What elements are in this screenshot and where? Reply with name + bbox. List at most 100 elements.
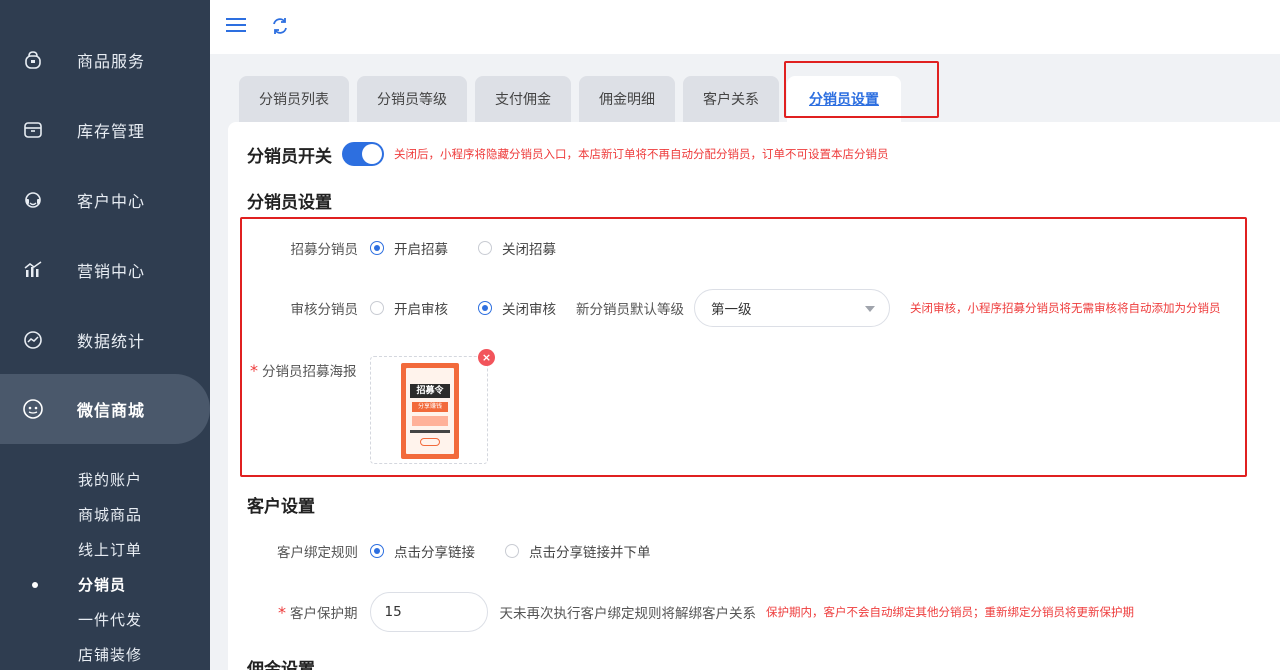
subitem-label: 一件代发 bbox=[78, 611, 143, 629]
subitem-label: 商城商品 bbox=[78, 506, 143, 524]
trend-circle-icon bbox=[22, 329, 44, 351]
poster-inner: 招募令 分享赚钱 bbox=[406, 368, 454, 454]
sidebar-submenu: 我的账户 商城商品 线上订单 分销员 一件代发 店铺装修 bbox=[0, 462, 210, 670]
section-title: 佣金设置 bbox=[247, 659, 315, 670]
tab-distributor-list[interactable]: 分销员列表 bbox=[239, 76, 349, 122]
audit-hint: 关闭审核，小程序招募分销员将无需审核将自动添加为分销员 bbox=[910, 301, 1221, 315]
required-mark: * bbox=[278, 602, 286, 622]
subitem-label: 线上订单 bbox=[78, 541, 143, 559]
tab-label: 分销员设置 bbox=[809, 92, 879, 108]
default-level-label: 新分销员默认等级 bbox=[576, 302, 684, 318]
radio-label: 开启招募 bbox=[394, 242, 448, 258]
distributor-switch-row: 分销员开关 关闭后，小程序将隐藏分销员入口，本店新订单将不再自动分配分销员，订单… bbox=[247, 141, 889, 167]
select-value: 第一级 bbox=[711, 302, 752, 318]
binding-click-link-radio[interactable]: 点击分享链接 bbox=[370, 541, 475, 561]
section-customer-settings: 客户设置 bbox=[247, 492, 315, 517]
tab-label: 支付佣金 bbox=[495, 92, 551, 108]
archive-icon bbox=[22, 119, 44, 141]
toggle-knob bbox=[362, 144, 382, 164]
sidebar-item-label: 库存管理 bbox=[77, 122, 146, 141]
audit-row: 审核分销员 开启审核 关闭审核 新分销员默认等级 第一级 关闭审核，小程序招募分… bbox=[286, 289, 1221, 327]
chart-bars-icon bbox=[22, 259, 44, 281]
sidebar-item-marketing-center[interactable]: 营销中心 bbox=[0, 235, 210, 305]
sidebar-subitem-mall-products[interactable]: 商城商品 bbox=[0, 497, 210, 532]
tab-bar: 分销员列表 分销员等级 支付佣金 佣金明细 客户关系 分销员设置 bbox=[239, 76, 901, 122]
sidebar-subitem-dropshipping[interactable]: 一件代发 bbox=[0, 602, 210, 637]
radio-label: 开启审核 bbox=[394, 302, 448, 318]
wechat-icon bbox=[22, 398, 44, 420]
poster-line bbox=[410, 430, 450, 433]
active-dot bbox=[32, 582, 38, 588]
sidebar-item-label: 营销中心 bbox=[77, 262, 146, 281]
sidebar-item-customer-center[interactable]: 客户中心 bbox=[0, 165, 210, 235]
poster-label: 分销员招募海报 bbox=[262, 364, 357, 380]
radio-circle bbox=[505, 544, 519, 558]
sidebar-item-label: 客户中心 bbox=[77, 192, 146, 211]
sidebar-item-label: 微信商城 bbox=[77, 401, 146, 420]
poster-badge bbox=[420, 438, 440, 446]
section-commission-settings: 佣金设置 bbox=[247, 655, 315, 670]
sidebar-item-inventory[interactable]: 库存管理 bbox=[0, 95, 210, 165]
binding-rule-row: 客户绑定规则 点击分享链接 点击分享链接并下单 bbox=[270, 539, 651, 563]
tab-distributor-level[interactable]: 分销员等级 bbox=[357, 76, 467, 122]
protection-days-input[interactable]: 15 bbox=[369, 592, 488, 632]
tab-label: 分销员列表 bbox=[259, 92, 329, 108]
protection-suffix: 天未再次执行客户绑定规则将解绑客户关系 bbox=[499, 606, 757, 622]
tab-commission-details[interactable]: 佣金明细 bbox=[579, 76, 675, 122]
sidebar-subitem-distributors[interactable]: 分销员 bbox=[0, 567, 210, 602]
recruit-on-radio[interactable]: 开启招募 bbox=[370, 238, 448, 258]
sidebar-subitem-store-decoration[interactable]: 店铺装修 bbox=[0, 637, 210, 670]
top-bar bbox=[210, 0, 1280, 54]
poster-uploader[interactable]: 招募令 分享赚钱 bbox=[370, 356, 488, 464]
sidebar-item-data-statistics[interactable]: 数据统计 bbox=[0, 305, 210, 375]
section-distributor-settings: 分销员设置 bbox=[247, 188, 332, 213]
section-title: 分销员设置 bbox=[247, 192, 332, 213]
poster-row: * 分销员招募海报 bbox=[250, 360, 357, 381]
chevron-down-icon bbox=[865, 306, 875, 312]
audit-on-radio[interactable]: 开启审核 bbox=[370, 298, 448, 318]
subitem-label: 我的账户 bbox=[78, 471, 143, 489]
audit-off-radio[interactable]: 关闭审核 bbox=[478, 298, 556, 318]
radio-label: 关闭审核 bbox=[502, 302, 556, 318]
recruit-row: 招募分销员 开启招募 关闭招募 bbox=[286, 236, 556, 260]
sidebar-item-label: 数据统计 bbox=[77, 332, 146, 351]
protection-hint: 保护期内，客户不会自动绑定其他分销员；重新绑定分销员将更新保护期 bbox=[766, 605, 1134, 619]
sidebar: 商品服务 库存管理 客户中心 营销中心 数据统计 微信商城 我的账户 商城商品 … bbox=[0, 0, 210, 670]
protection-row: * 客户保护期 15 天未再次执行客户绑定规则将解绑客户关系 保护期内，客户不会… bbox=[278, 592, 1134, 632]
radio-circle bbox=[370, 301, 384, 315]
tab-customer-relations[interactable]: 客户关系 bbox=[683, 76, 779, 122]
tab-pay-commission[interactable]: 支付佣金 bbox=[475, 76, 571, 122]
default-level-select[interactable]: 第一级 bbox=[694, 289, 890, 327]
sidebar-subitem-online-orders[interactable]: 线上订单 bbox=[0, 532, 210, 567]
sidebar-item-wechat-mall[interactable]: 微信商城 bbox=[0, 374, 210, 444]
binding-click-link-order-radio[interactable]: 点击分享链接并下单 bbox=[505, 541, 651, 561]
binding-rule-label: 客户绑定规则 bbox=[277, 545, 358, 561]
remove-poster-close-icon[interactable]: × bbox=[478, 349, 495, 366]
hamburger-menu-icon[interactable] bbox=[226, 16, 246, 34]
distributor-toggle[interactable] bbox=[342, 142, 384, 166]
section-title: 客户设置 bbox=[247, 496, 315, 517]
radio-label: 点击分享链接并下单 bbox=[529, 545, 651, 561]
tab-distributor-settings[interactable]: 分销员设置 bbox=[787, 76, 901, 122]
radio-label: 关闭招募 bbox=[502, 242, 556, 258]
poster-band bbox=[412, 416, 448, 426]
switch-hint: 关闭后，小程序将隐藏分销员入口，本店新订单将不再自动分配分销员，订单不可设置本店… bbox=[394, 147, 889, 161]
recruit-off-radio[interactable]: 关闭招募 bbox=[478, 238, 556, 258]
required-mark: * bbox=[250, 360, 258, 380]
poster-subtitle: 分享赚钱 bbox=[412, 402, 448, 412]
refresh-icon[interactable] bbox=[270, 16, 290, 36]
tab-label: 客户关系 bbox=[703, 92, 759, 108]
headset-icon bbox=[22, 189, 44, 211]
bag-icon bbox=[22, 49, 44, 71]
radio-label: 点击分享链接 bbox=[394, 545, 475, 561]
switch-title: 分销员开关 bbox=[247, 146, 332, 167]
radio-circle bbox=[370, 241, 384, 255]
sidebar-item-label: 商品服务 bbox=[77, 52, 146, 71]
radio-circle bbox=[370, 544, 384, 558]
sidebar-item-product-service[interactable]: 商品服务 bbox=[0, 25, 210, 95]
input-value: 15 bbox=[384, 604, 402, 620]
poster-thumbnail: 招募令 分享赚钱 bbox=[401, 363, 459, 459]
radio-circle bbox=[478, 241, 492, 255]
subitem-label: 分销员 bbox=[78, 576, 127, 594]
sidebar-subitem-my-account[interactable]: 我的账户 bbox=[0, 462, 210, 497]
